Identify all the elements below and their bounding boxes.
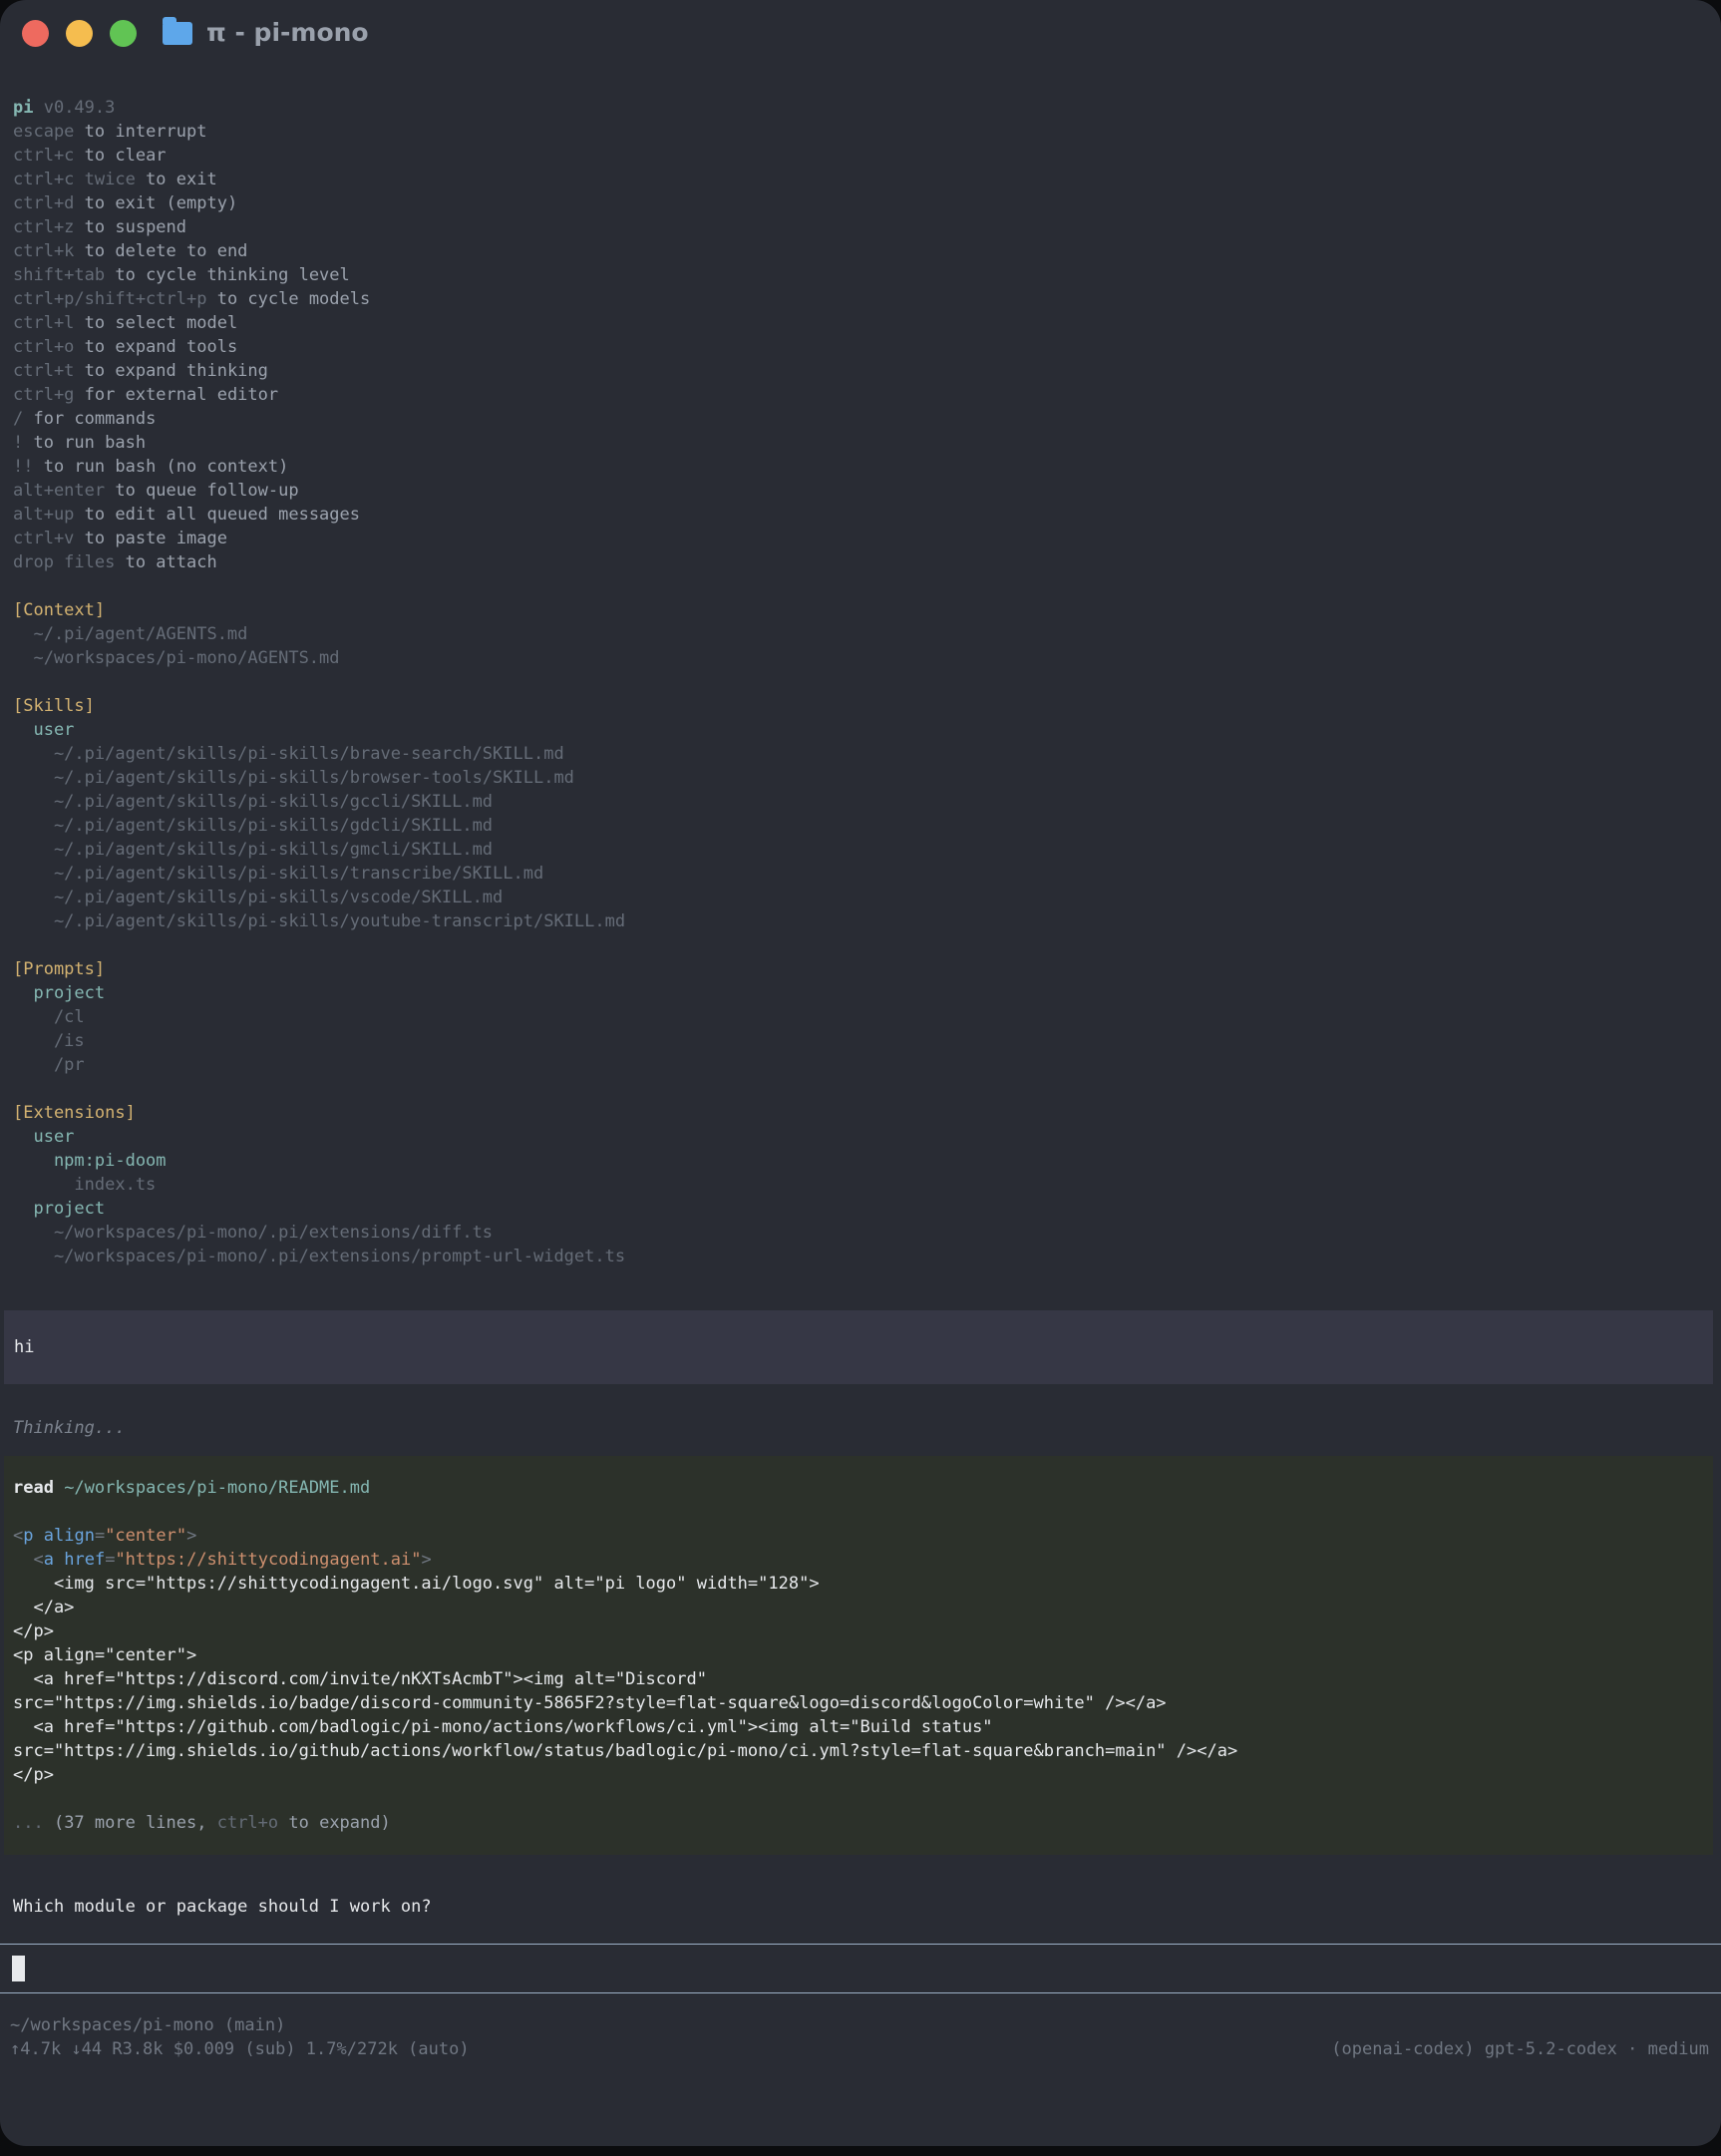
terminal-line: ~/workspaces/pi-mono/.pi/extensions/diff…	[13, 1221, 1721, 1245]
terminal-line: alt+enter to queue follow-up	[13, 479, 1721, 503]
terminal-line: ~/.pi/agent/skills/pi-skills/browser-too…	[13, 766, 1721, 790]
desktop-background: π - pi-mono pi v0.49.3escape to interrup…	[0, 0, 1721, 2156]
terminal-line: [Context]	[13, 598, 1721, 622]
terminal-line: !! to run bash (no context)	[13, 455, 1721, 479]
tool-call-output: read ~/workspaces/pi-mono/README.md <p a…	[13, 1476, 1713, 1835]
tool-call-block: read ~/workspaces/pi-mono/README.md <p a…	[4, 1456, 1713, 1855]
terminal-line: npm:pi-doom	[13, 1149, 1721, 1173]
terminal-line: ~/.pi/agent/skills/pi-skills/gdcli/SKILL…	[13, 814, 1721, 838]
window-titlebar: π - pi-mono	[0, 0, 1721, 66]
assistant-message: Which module or package should I work on…	[0, 1895, 1721, 1919]
terminal-line: ! to run bash	[13, 431, 1721, 455]
maximize-button[interactable]	[110, 20, 137, 47]
terminal-line: escape to interrupt	[13, 120, 1721, 144]
startup-help-and-config: pi v0.49.3escape to interruptctrl+c to c…	[0, 96, 1721, 1268]
window-title: π - pi-mono	[206, 0, 369, 66]
terminal-line: [Extensions]	[13, 1101, 1721, 1125]
terminal-line: ... (37 more lines, ctrl+o to expand)	[13, 1811, 1713, 1835]
terminal-line: <a href="https://shittycodingagent.ai">	[13, 1548, 1713, 1572]
terminal-line: drop files to attach	[13, 550, 1721, 574]
terminal-line: </p>	[13, 1619, 1713, 1643]
terminal-line: pi v0.49.3	[13, 96, 1721, 120]
status-bar: ~/workspaces/pi-mono (main) ↑4.7k ↓44 R3…	[0, 1993, 1721, 2061]
terminal-line: /cl	[13, 1005, 1721, 1029]
terminal-line: </p>	[13, 1763, 1713, 1787]
user-message: hi	[4, 1310, 1713, 1384]
terminal-line: ~/.pi/agent/skills/pi-skills/gmcli/SKILL…	[13, 838, 1721, 862]
terminal-line: <img src="https://shittycodingagent.ai/l…	[13, 1572, 1713, 1596]
cwd-branch-status: ~/workspaces/pi-mono (main)	[10, 2013, 1709, 2037]
terminal-line: ~/.pi/agent/skills/pi-skills/gccli/SKILL…	[13, 790, 1721, 814]
terminal-line: ctrl+v to paste image	[13, 527, 1721, 550]
model-status: (openai-codex) gpt-5.2-codex · medium	[1331, 2037, 1709, 2061]
terminal-line: / for commands	[13, 407, 1721, 431]
terminal-line: user	[13, 718, 1721, 742]
terminal-line: ~/.pi/agent/AGENTS.md	[13, 622, 1721, 646]
terminal-line: src="https://img.shields.io/github/actio…	[13, 1739, 1713, 1763]
terminal-line: ~/.pi/agent/skills/pi-skills/vscode/SKIL…	[13, 886, 1721, 909]
terminal-line: user	[13, 1125, 1721, 1149]
user-message-text: hi	[14, 1337, 34, 1357]
terminal-line: ctrl+g for external editor	[13, 383, 1721, 407]
token-usage-status: ↑4.7k ↓44 R3.8k $0.009 (sub) 1.7%/272k (…	[10, 2037, 470, 2061]
terminal-line: ctrl+o to expand tools	[13, 335, 1721, 359]
terminal-line: ~/.pi/agent/skills/pi-skills/youtube-tra…	[13, 909, 1721, 933]
traffic-lights	[22, 20, 137, 47]
terminal-line: ctrl+c to clear	[13, 144, 1721, 168]
terminal-line: alt+up to edit all queued messages	[13, 503, 1721, 527]
terminal-line: ~/.pi/agent/skills/pi-skills/brave-searc…	[13, 742, 1721, 766]
terminal-line	[13, 933, 1721, 957]
terminal-line: /is	[13, 1029, 1721, 1053]
terminal-window: π - pi-mono pi v0.49.3escape to interrup…	[0, 0, 1721, 2146]
terminal-line	[13, 670, 1721, 694]
terminal-line: project	[13, 981, 1721, 1005]
terminal-line: ~/.pi/agent/skills/pi-skills/transcribe/…	[13, 862, 1721, 886]
terminal-line: </a>	[13, 1596, 1713, 1619]
terminal-line: <p align="center">	[13, 1643, 1713, 1667]
terminal-line	[13, 574, 1721, 598]
terminal-line: index.ts	[13, 1173, 1721, 1197]
terminal-line: ~/workspaces/pi-mono/AGENTS.md	[13, 646, 1721, 670]
terminal-content: pi v0.49.3escape to interruptctrl+c to c…	[0, 66, 1721, 2061]
terminal-line: ctrl+t to expand thinking	[13, 359, 1721, 383]
terminal-line: shift+tab to cycle thinking level	[13, 263, 1721, 287]
thinking-indicator: Thinking...	[0, 1416, 1721, 1440]
terminal-line: ctrl+p/shift+ctrl+p to cycle models	[13, 287, 1721, 311]
terminal-line	[13, 1787, 1713, 1811]
text-cursor	[12, 1956, 25, 1981]
terminal-line: <a href="https://github.com/badlogic/pi-…	[13, 1715, 1713, 1739]
message-input[interactable]	[0, 1944, 1721, 1993]
terminal-line: read ~/workspaces/pi-mono/README.md	[13, 1476, 1713, 1500]
terminal-line: <p align="center">	[13, 1524, 1713, 1548]
terminal-line: ctrl+d to exit (empty)	[13, 191, 1721, 215]
folder-icon	[163, 22, 192, 45]
status-bar-second-line: ↑4.7k ↓44 R3.8k $0.009 (sub) 1.7%/272k (…	[10, 2037, 1709, 2061]
terminal-line: [Prompts]	[13, 957, 1721, 981]
terminal-line: ctrl+k to delete to end	[13, 239, 1721, 263]
terminal-line: [Skills]	[13, 694, 1721, 718]
terminal-line	[13, 1500, 1713, 1524]
close-button[interactable]	[22, 20, 49, 47]
terminal-line: ctrl+c twice to exit	[13, 168, 1721, 191]
terminal-line: src="https://img.shields.io/badge/discor…	[13, 1691, 1713, 1715]
terminal-line: ~/workspaces/pi-mono/.pi/extensions/prom…	[13, 1245, 1721, 1268]
terminal-line: <a href="https://discord.com/invite/nKXT…	[13, 1667, 1713, 1691]
terminal-line: ctrl+z to suspend	[13, 215, 1721, 239]
terminal-line: ctrl+l to select model	[13, 311, 1721, 335]
terminal-line: /pr	[13, 1053, 1721, 1077]
terminal-line	[13, 1077, 1721, 1101]
terminal-line: project	[13, 1197, 1721, 1221]
minimize-button[interactable]	[66, 20, 93, 47]
